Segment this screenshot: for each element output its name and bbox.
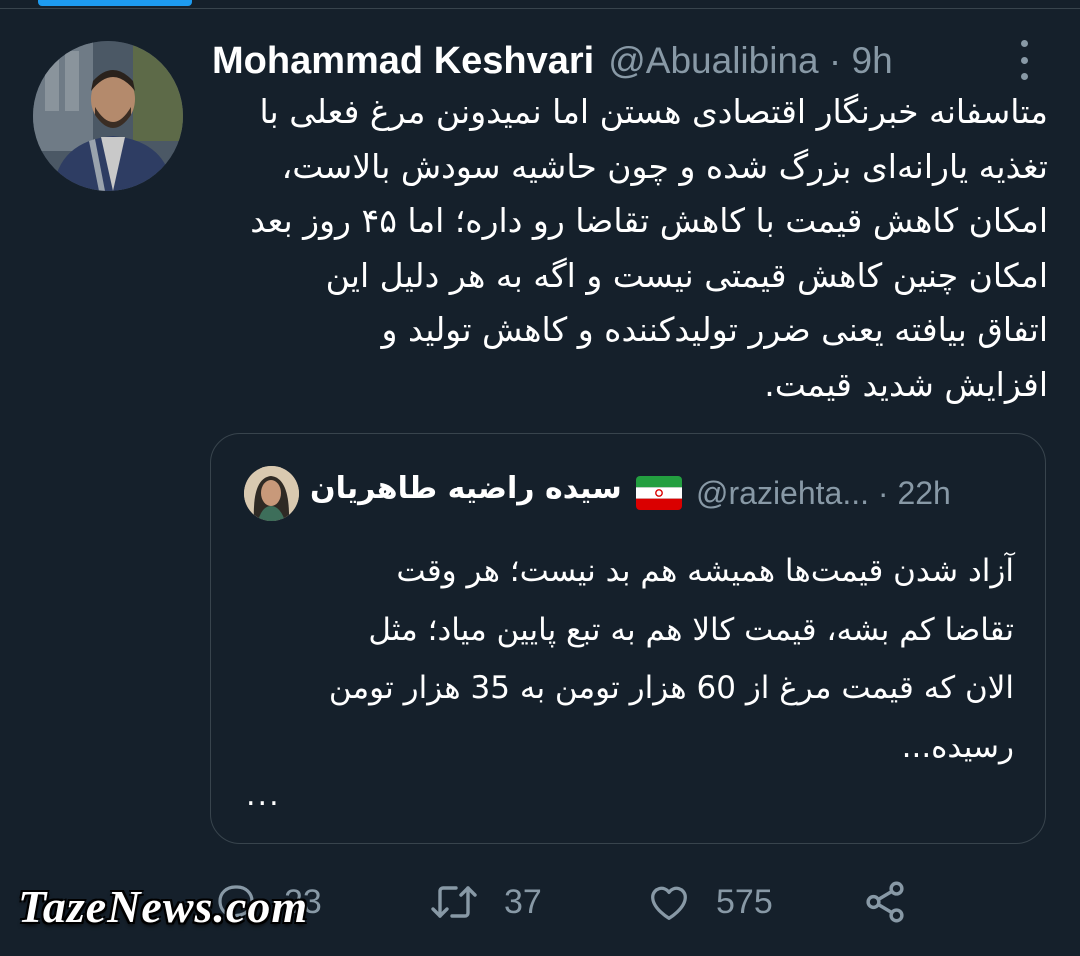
top-divider <box>0 8 1080 9</box>
watermark-logo: TazeNews.com <box>18 881 309 932</box>
like-count: 575 <box>716 882 773 921</box>
quoted-author-handle[interactable]: @raziehta... · 22h <box>696 475 951 512</box>
like-button[interactable]: 575 <box>646 870 773 934</box>
active-tab-indicator <box>38 0 192 6</box>
more-options-icon[interactable] <box>1009 40 1039 80</box>
iran-flag-icon <box>636 476 682 510</box>
heart-icon <box>651 886 687 920</box>
retweet-button[interactable]: 37 <box>428 870 542 934</box>
tweet-text: متاسفانه خبرنگار اقتصادی هستن اما نمیدون… <box>250 92 1048 404</box>
author-avatar[interactable] <box>33 41 183 191</box>
share-icon <box>866 881 904 923</box>
retweet-count: 37 <box>504 882 542 921</box>
share-button[interactable] <box>862 870 908 934</box>
author-name[interactable]: Mohammad Keshvari <box>212 40 594 83</box>
quoted-author-name[interactable]: سیده راضیه طاهریان <box>310 471 622 506</box>
retweet-icon <box>431 886 477 918</box>
tweet-time[interactable]: 9h <box>852 40 893 81</box>
tweet-header: Mohammad Keshvari @Abualibina · 9h <box>212 36 893 86</box>
quoted-tweet-header: سیده راضیه طاهریان @raziehta... · 22h <box>310 471 1026 517</box>
quoted-tweet-text: آزاد شدن قیمت‌ها همیشه هم بد نیست؛ هر وق… <box>328 553 1014 765</box>
quoted-tweet-time[interactable]: 22h <box>897 475 950 511</box>
quoted-author-avatar[interactable] <box>244 466 299 521</box>
author-handle[interactable]: @Abualibina · 9h <box>608 40 892 82</box>
quoted-tweet-ellipsis: ... <box>246 778 281 813</box>
